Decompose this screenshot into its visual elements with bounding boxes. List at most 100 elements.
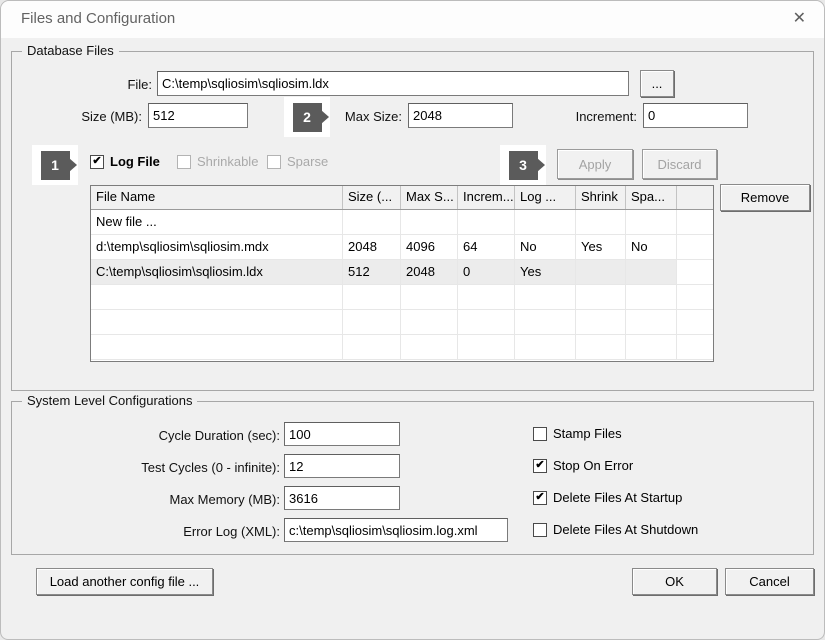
ok-button[interactable]: OK [632, 568, 717, 595]
column-header[interactable]: File Name [91, 186, 343, 209]
browse-button[interactable]: ... [640, 70, 674, 97]
column-header[interactable]: Shrink [576, 186, 626, 209]
size-input[interactable] [148, 103, 248, 128]
table-cell [458, 210, 515, 235]
checkbox-label: Stamp Files [553, 426, 622, 441]
table-cell [677, 335, 713, 360]
max-memory-label: Max Memory (MB): [169, 492, 281, 507]
table-row[interactable]: C:\temp\sqliosim\sqliosim.ldx 512 2048 0 Yes [91, 260, 713, 285]
files-configuration-dialog: Files and Configuration ✕ Database Files… [0, 0, 825, 640]
cycle-duration-input[interactable] [284, 422, 400, 446]
checkbox-label: Log File [110, 154, 160, 169]
badge-3-square: 3 [508, 150, 545, 180]
log-file-checkbox[interactable]: ✔ Log File [90, 154, 160, 169]
error-log-input[interactable] [284, 518, 508, 542]
column-header[interactable] [677, 186, 713, 209]
checkbox-label: Shrinkable [197, 154, 258, 169]
checkbox-label: Delete Files At Startup [553, 490, 683, 505]
table-row[interactable] [91, 310, 713, 335]
error-log-label: Error Log (XML): [183, 524, 280, 539]
checkmark-icon: ✔ [535, 491, 545, 503]
table-cell: 0 [458, 260, 515, 285]
table-cell [576, 210, 626, 235]
shrinkable-checkbox[interactable]: Shrinkable [177, 154, 258, 169]
table-cell [343, 210, 401, 235]
dialog-title: Files and Configuration [21, 10, 176, 27]
table-cell [677, 285, 713, 310]
table-cell [515, 310, 576, 335]
apply-button[interactable]: Apply [557, 149, 633, 179]
table-cell: No [626, 235, 677, 260]
checkbox-label: Stop On Error [553, 458, 634, 473]
table-cell [626, 310, 677, 335]
table-row[interactable] [91, 335, 713, 360]
table-cell [458, 310, 515, 335]
files-table-body: New file ... d:\temp\sqliosim\sqliosim.md… [91, 210, 713, 360]
load-config-button[interactable]: Load another config file ... [36, 568, 213, 595]
table-cell: 64 [458, 235, 515, 260]
column-header[interactable]: Increm... [458, 186, 515, 209]
badge-1-number: 1 [51, 157, 59, 173]
checkbox-box[interactable]: ✔ [533, 490, 547, 505]
badge-2-number: 2 [303, 109, 311, 125]
checkbox-box[interactable] [533, 426, 547, 441]
badge-1-square: 1 [40, 150, 77, 180]
table-cell [458, 335, 515, 360]
table-cell: Yes [515, 260, 576, 285]
checkbox-box[interactable] [267, 154, 281, 169]
checkbox-box[interactable] [177, 154, 191, 169]
cancel-button[interactable]: Cancel [725, 568, 814, 595]
increment-input[interactable] [643, 103, 748, 128]
badge-1-arrow-icon [68, 158, 77, 172]
table-cell [401, 335, 458, 360]
file-path-input[interactable] [157, 71, 629, 96]
table-cell [343, 310, 401, 335]
remove-button[interactable]: Remove [720, 184, 810, 211]
table-cell [626, 260, 677, 285]
table-cell: C:\temp\sqliosim\sqliosim.ldx [91, 260, 343, 285]
system-config-group: System Level Configurations Cycle Durati… [11, 393, 814, 555]
test-cycles-input[interactable] [284, 454, 400, 478]
close-icon[interactable]: ✕ [793, 9, 806, 29]
database-files-legend: Database Files [22, 43, 119, 58]
delete-files-at-shutdown-checkbox[interactable]: Delete Files At Shutdown [533, 522, 698, 537]
delete-files-at-startup-checkbox[interactable]: ✔ Delete Files At Startup [533, 490, 682, 505]
table-cell [401, 310, 458, 335]
table-row[interactable] [91, 285, 713, 310]
discard-button[interactable]: Discard [642, 149, 717, 179]
checkbox-box[interactable]: ✔ [90, 154, 104, 169]
size-label: Size (MB): [81, 109, 142, 124]
callout-badge-2: 2 [284, 97, 330, 137]
column-header[interactable]: Spa... [626, 186, 677, 209]
max-memory-input[interactable] [284, 486, 400, 510]
sparse-checkbox[interactable]: Sparse [267, 154, 328, 169]
table-cell [401, 285, 458, 310]
table-cell [626, 285, 677, 310]
stamp-files-checkbox[interactable]: Stamp Files [533, 426, 622, 441]
table-row[interactable]: d:\temp\sqliosim\sqliosim.mdx 2048 4096 64 N… [91, 235, 713, 260]
stop-on-error-checkbox[interactable]: ✔ Stop On Error [533, 458, 633, 473]
table-cell [576, 260, 626, 285]
table-cell [626, 210, 677, 235]
increment-label: Increment: [575, 109, 637, 124]
table-cell: 2048 [401, 260, 458, 285]
table-cell [515, 285, 576, 310]
checkbox-box[interactable]: ✔ [533, 458, 547, 473]
max-size-input[interactable] [408, 103, 513, 128]
checkbox-box[interactable] [533, 522, 547, 537]
badge-3-arrow-icon [536, 158, 545, 172]
table-cell: New file ... [91, 210, 343, 235]
table-cell: No [515, 235, 576, 260]
column-header[interactable]: Max S... [401, 186, 458, 209]
table-row[interactable]: New file ... [91, 210, 713, 235]
cycle-duration-label: Cycle Duration (sec): [158, 428, 280, 443]
column-header[interactable]: Log ... [515, 186, 576, 209]
table-cell [515, 210, 576, 235]
table-cell [677, 210, 713, 235]
table-cell: 512 [343, 260, 401, 285]
table-cell [677, 235, 713, 260]
badge-3-number: 3 [519, 157, 527, 173]
column-header[interactable]: Size (... [343, 186, 401, 209]
table-cell [91, 285, 343, 310]
table-cell: 2048 [343, 235, 401, 260]
